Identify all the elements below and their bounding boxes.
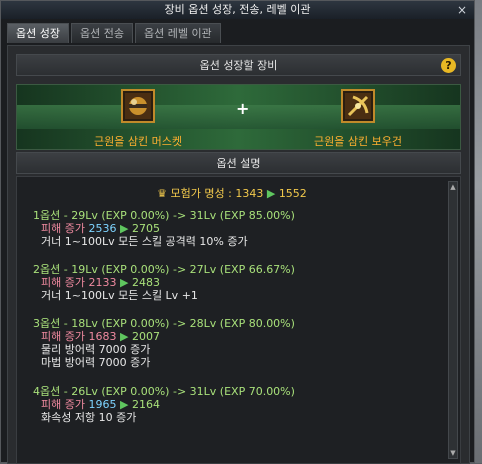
damage-to: 2705 bbox=[131, 222, 160, 235]
damage-label: 피해 증가 bbox=[41, 330, 85, 343]
tab-option-level-transfer[interactable]: 옵션 레벨 이관 bbox=[134, 23, 221, 43]
description-scrollbar[interactable]: ▲ ▼ bbox=[448, 181, 458, 459]
help-icon[interactable]: ? bbox=[441, 58, 456, 73]
option-description-area[interactable]: ♛ 모험가 명성 : 1343 ▶ 1552 1옵션 - 29Lv (EXP 0… bbox=[16, 176, 461, 464]
bowgun-icon[interactable] bbox=[341, 89, 375, 123]
scroll-down-icon[interactable]: ▼ bbox=[449, 448, 457, 458]
fame-icon: ♛ bbox=[157, 187, 168, 200]
tab-option-transfer[interactable]: 옵션 전송 bbox=[70, 23, 133, 43]
option-effect: 물리 방어력 7000 증가 bbox=[41, 343, 151, 356]
tab-bar: 옵션 성장 옵션 전송 옵션 레벨 이관 bbox=[7, 23, 221, 43]
damage-from: 2133 bbox=[88, 276, 117, 289]
damage-to: 2164 bbox=[131, 398, 160, 411]
damage-arrow: ▶ bbox=[119, 276, 129, 289]
option-4: 4옵션 - 26Lv (EXP 0.00%) -> 31Lv (EXP 70.0… bbox=[33, 385, 295, 424]
damage-to: 2483 bbox=[131, 276, 160, 289]
scroll-up-icon[interactable]: ▲ bbox=[449, 182, 457, 192]
damage-arrow: ▶ bbox=[119, 330, 129, 343]
plus-icon: + bbox=[236, 99, 250, 118]
musket-icon[interactable] bbox=[121, 89, 155, 123]
tab-option-growth[interactable]: 옵션 성장 bbox=[7, 23, 69, 43]
option-effect: 거너 1~100Lv 모든 스킬 Lv +1 bbox=[41, 289, 198, 302]
option-header: 4옵션 - 26Lv (EXP 0.00%) -> 31Lv (EXP 70.0… bbox=[33, 385, 295, 398]
main-panel: 옵션 성장할 장비 ? 근원을 삼킨 머스켓 + 근원을 삼킨 보우건 옵션 설… bbox=[7, 45, 470, 464]
option-effect: 마법 방어력 7000 증가 bbox=[41, 356, 151, 369]
damage-to: 2007 bbox=[131, 330, 160, 343]
damage-label: 피해 증가 bbox=[41, 398, 85, 411]
right-item-name: 근원을 삼킨 보우건 bbox=[314, 135, 402, 148]
damage-arrow: ▶ bbox=[119, 398, 129, 411]
option-growth-window: 장비 옵션 성장, 전송, 레벨 이관 × 옵션 성장 옵션 전송 옵션 레벨 … bbox=[0, 0, 475, 464]
damage-from: 2536 bbox=[88, 222, 117, 235]
left-item-name: 근원을 삼킨 머스켓 bbox=[94, 135, 182, 148]
window-title: 장비 옵션 성장, 전송, 레벨 이관 bbox=[164, 3, 311, 16]
fame-to: 1552 bbox=[278, 187, 307, 200]
damage-label: 피해 증가 bbox=[41, 222, 85, 235]
equip-section-title: 옵션 성장할 장비 bbox=[199, 59, 278, 72]
desc-section-title: 옵션 설명 bbox=[216, 157, 261, 170]
damage-arrow: ▶ bbox=[119, 222, 129, 235]
option-header: 2옵션 - 19Lv (EXP 0.00%) -> 27Lv (EXP 66.6… bbox=[33, 263, 295, 276]
damage-from: 1683 bbox=[88, 330, 117, 343]
damage-from: 1965 bbox=[88, 398, 117, 411]
fame-label: 모험가 명성 : 1343 bbox=[170, 187, 264, 200]
fame-arrow: ▶ bbox=[266, 187, 276, 200]
damage-label: 피해 증가 bbox=[41, 276, 85, 289]
equip-slot-area: 근원을 삼킨 머스켓 + 근원을 삼킨 보우건 bbox=[16, 84, 461, 150]
equip-section-header: 옵션 성장할 장비 ? bbox=[16, 54, 461, 76]
option-1: 1옵션 - 29Lv (EXP 0.00%) -> 31Lv (EXP 85.0… bbox=[33, 209, 295, 248]
adventurer-fame: ♛ 모험가 명성 : 1343 ▶ 1552 bbox=[17, 185, 447, 201]
option-header: 1옵션 - 29Lv (EXP 0.00%) -> 31Lv (EXP 85.0… bbox=[33, 209, 295, 222]
close-button[interactable]: × bbox=[454, 2, 470, 18]
option-effect: 화속성 저항 10 증가 bbox=[41, 411, 137, 424]
option-effect: 거너 1~100Lv 모든 스킬 공격력 10% 증가 bbox=[41, 235, 248, 248]
option-header: 3옵션 - 18Lv (EXP 0.00%) -> 28Lv (EXP 80.0… bbox=[33, 317, 295, 330]
option-2: 2옵션 - 19Lv (EXP 0.00%) -> 27Lv (EXP 66.6… bbox=[33, 263, 295, 302]
desc-section-header: 옵션 설명 bbox=[16, 152, 461, 174]
option-3: 3옵션 - 18Lv (EXP 0.00%) -> 28Lv (EXP 80.0… bbox=[33, 317, 295, 369]
window-titlebar[interactable]: 장비 옵션 성장, 전송, 레벨 이관 × bbox=[1, 1, 474, 19]
